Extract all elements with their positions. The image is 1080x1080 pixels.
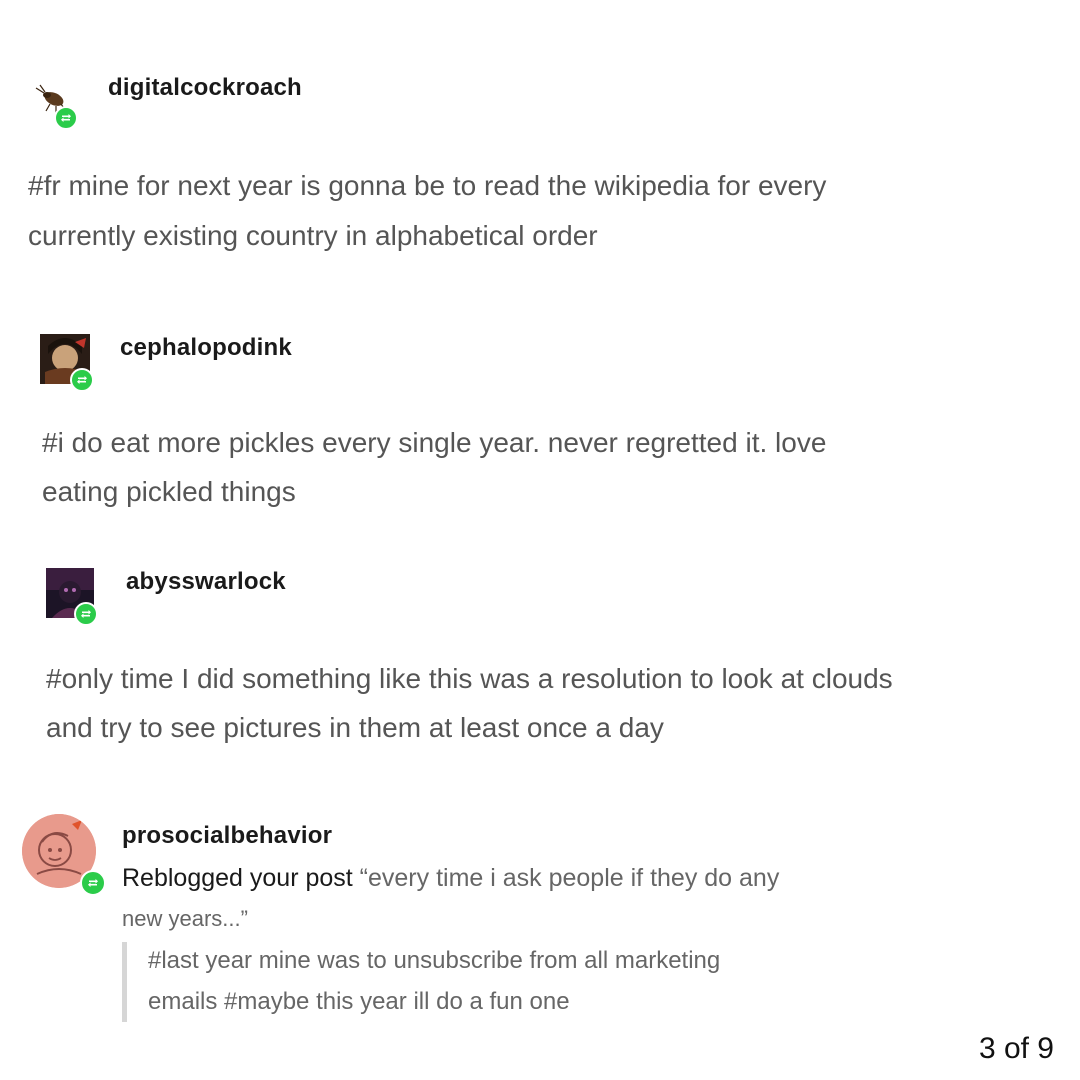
avatar[interactable] [34, 84, 86, 136]
reblog-description: Reblogged your post “every time i ask pe… [122, 860, 779, 896]
avatar[interactable] [46, 568, 106, 628]
username[interactable]: prosocialbehavior [122, 822, 332, 850]
quote-line: #last year mine was to unsubscribe from … [148, 947, 721, 974]
tag-line: #i do eat more pickles every single year… [42, 427, 827, 458]
tag-line: #only time I did something like this was… [46, 663, 893, 694]
tag-line: eating pickled things [42, 476, 296, 507]
page-counter: 3 of 9 [978, 1032, 1054, 1065]
tag-line: currently existing country in alphabetic… [28, 220, 598, 251]
reblog-icon [54, 106, 78, 130]
reblog-icon [74, 602, 98, 626]
avatar[interactable] [22, 814, 108, 900]
quote-line: emails #maybe this year ill do a fun one [148, 988, 570, 1015]
quote-divider [122, 942, 127, 1022]
reblog-icon [70, 368, 94, 392]
tag-line: and try to see pictures in them at least… [46, 712, 664, 743]
username[interactable]: digitalcockroach [108, 74, 302, 102]
tag-line: #fr mine for next year is gonna be to re… [28, 170, 827, 201]
username[interactable]: abysswarlock [126, 568, 286, 596]
post-title-link[interactable]: “every time i ask people if they do any [360, 864, 780, 892]
reblog-icon [80, 870, 106, 896]
avatar[interactable] [40, 334, 102, 396]
username[interactable]: cephalopodink [120, 334, 292, 362]
reblog-prefix: Reblogged your post [122, 864, 353, 892]
post-title-link[interactable]: new years...” [122, 906, 248, 932]
